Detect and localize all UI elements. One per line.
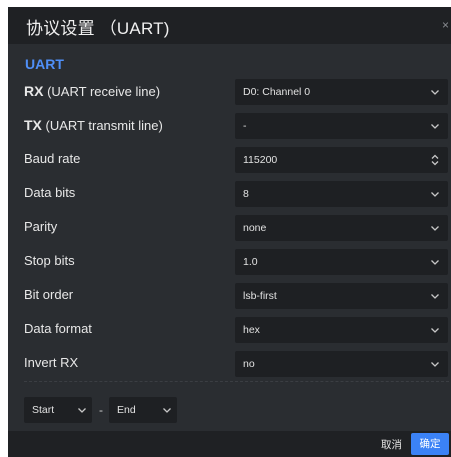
chevron-down-icon [431, 226, 439, 231]
top-strip [0, 0, 451, 7]
section-divider [24, 381, 449, 382]
invert-rx-select[interactable]: no [235, 351, 448, 377]
field-label-parity: Parity [24, 219, 58, 234]
range-separator: - [99, 403, 103, 417]
field-row-data-bits: Data bits 8 [24, 181, 449, 207]
start-select-value: Start [32, 404, 55, 416]
end-select-value: End [117, 404, 136, 416]
chevron-down-icon [431, 260, 439, 265]
field-label-bit-order: Bit order [24, 287, 74, 302]
tx-select[interactable]: - [235, 113, 448, 139]
rx-select-value: D0: Channel 0 [243, 86, 311, 98]
chevron-down-icon [431, 294, 439, 299]
field-label-stop-bits: Stop bits [24, 253, 75, 268]
field-row-parity: Parity none [24, 215, 449, 241]
data-format-value: hex [243, 324, 260, 336]
chevron-down-icon [431, 124, 439, 129]
invert-rx-value: no [243, 358, 255, 370]
protocol-settings-dialog: 协议设置 （UART) × UART RX (UART receive line… [8, 7, 451, 457]
data-bits-value: 8 [243, 188, 249, 200]
baud-rate-value: 115200 [243, 154, 278, 166]
field-row-data-format: Data format hex [24, 317, 449, 343]
parity-select[interactable]: none [235, 215, 448, 241]
data-format-select[interactable]: hex [235, 317, 448, 343]
chevron-down-icon [431, 90, 439, 95]
ok-button[interactable]: 确定 [411, 433, 449, 455]
bit-order-select[interactable]: lsb-first [235, 283, 448, 309]
field-row-tx: TX (UART transmit line) - [24, 113, 449, 139]
field-label-data-format: Data format [24, 321, 92, 336]
chevron-down-icon [431, 362, 439, 367]
parity-value: none [243, 222, 267, 234]
field-row-baud-rate: Baud rate 115200 [24, 147, 449, 173]
dialog-title: 协议设置 （UART) [26, 19, 170, 38]
spinner-updown-icon[interactable] [428, 153, 442, 167]
dialog-header: 协议设置 （UART) × [8, 7, 451, 44]
chevron-down-icon [431, 192, 439, 197]
field-label-rx: RX (UART receive line) [24, 83, 161, 99]
section-title: UART [25, 56, 64, 72]
field-label-invert-rx: Invert RX [24, 355, 79, 370]
field-label-data-bits: Data bits [24, 185, 76, 200]
stop-bits-select[interactable]: 1.0 [235, 249, 448, 275]
rx-select[interactable]: D0: Channel 0 [235, 79, 448, 105]
chevron-down-icon [431, 328, 439, 333]
cancel-button[interactable]: 取消 [381, 437, 402, 452]
range-selector: Start - End [24, 397, 194, 423]
field-label-tx: TX (UART transmit line) [24, 117, 163, 133]
close-icon[interactable]: × [442, 18, 449, 32]
field-row-rx: RX (UART receive line) D0: Channel 0 [24, 79, 449, 105]
bit-order-value: lsb-first [243, 290, 277, 302]
data-bits-select[interactable]: 8 [235, 181, 448, 207]
field-row-stop-bits: Stop bits 1.0 [24, 249, 449, 275]
field-row-bit-order: Bit order lsb-first [24, 283, 449, 309]
field-label-baud-rate: Baud rate [24, 151, 81, 166]
field-row-invert-rx: Invert RX no [24, 351, 449, 377]
chevron-down-icon [78, 408, 86, 413]
tx-select-value: - [243, 120, 247, 132]
dialog-footer: 取消 确定 [8, 431, 451, 457]
baud-rate-spinner[interactable]: 115200 [235, 147, 448, 173]
start-select[interactable]: Start [24, 397, 92, 423]
chevron-down-icon [163, 408, 171, 413]
stop-bits-value: 1.0 [243, 256, 258, 268]
end-select[interactable]: End [109, 397, 177, 423]
